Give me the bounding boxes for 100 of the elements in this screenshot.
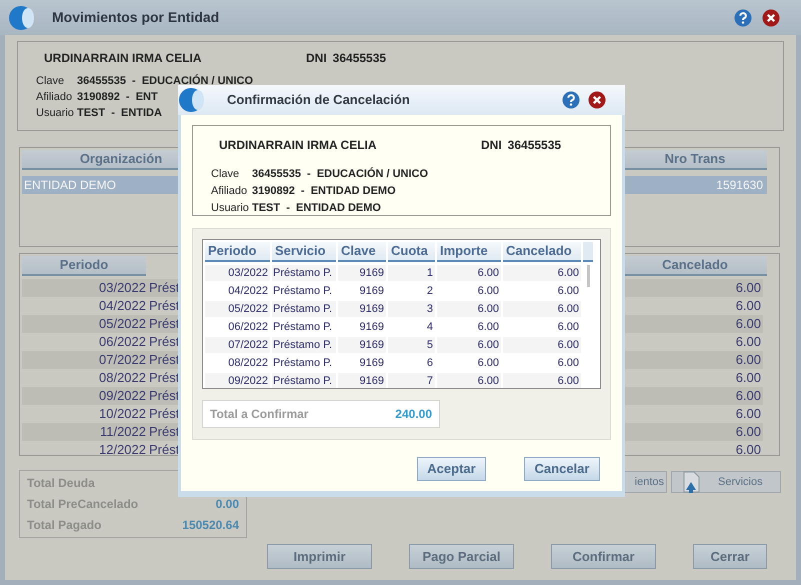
table-cell-text: Prést: [149, 387, 180, 406]
table-cell-text: 05/2022: [98, 315, 146, 334]
table-cell-text: 6.00: [736, 387, 762, 406]
action-button[interactable]: Cancelar: [524, 457, 600, 481]
table-cell-text: 12/2022: [98, 441, 146, 455]
help-icon[interactable]: [562, 91, 580, 109]
dialog-title: Confirmación de Cancelación: [227, 91, 410, 110]
table-cell: Préstamo P.: [272, 301, 336, 317]
table-cell: 09/2022: [205, 373, 270, 388]
window-title: Movimientos por Entidad: [52, 8, 220, 27]
table-cell-text: 11/2022: [98, 423, 146, 442]
column-header: Periodo: [22, 256, 146, 276]
table-cell-text: 6.00: [736, 315, 762, 334]
column-header: Cancelado: [623, 256, 767, 276]
table-cell-text: 04/2022: [98, 297, 146, 316]
field-label: Afiliado: [211, 184, 248, 199]
dni-label: DNI: [481, 137, 502, 154]
table-cell-text: 6.00: [736, 441, 762, 455]
total-label: Total PreCancelado: [27, 496, 138, 513]
table-cell: 9169: [338, 265, 386, 281]
column-header: [583, 242, 593, 262]
table-cell-text: Prést: [149, 405, 180, 424]
table-cell: 05/2022: [205, 301, 270, 317]
table-cell-text: ENTIDAD DEMO: [23, 177, 116, 194]
logo-icon: [178, 87, 204, 113]
table-cell-text: 6.00: [736, 369, 762, 388]
table-cell: 7: [388, 373, 435, 388]
total-value: 240.00: [395, 406, 432, 423]
action-button[interactable]: ientos: [624, 471, 667, 493]
table-cell-text: 1591630: [716, 177, 764, 194]
table-cell: 5: [388, 337, 435, 353]
column-header: Periodo: [205, 242, 270, 262]
table-cell-text: 6.00: [736, 279, 762, 298]
field-value: 36455535 - EDUCACIÓN / UNICO: [77, 73, 254, 89]
action-button[interactable]: Cerrar: [693, 544, 767, 569]
action-button[interactable]: Confirmar: [551, 544, 656, 569]
field-value: 3190892 - ENTIDAD DEMO: [252, 184, 396, 199]
table-cell: 03/2022: [205, 265, 270, 281]
logo-icon: [8, 4, 34, 30]
scrollbar[interactable]: [587, 265, 590, 287]
column-header: Importe: [437, 242, 501, 262]
table-cell-text: 10/2022: [98, 405, 146, 424]
table-cell-text: 6.00: [736, 333, 762, 352]
table-cell-text: Prést: [149, 333, 180, 352]
column-header: Clave: [338, 242, 386, 262]
table-cell-text: 6.00: [736, 297, 762, 316]
table-cell-text: 06/2022: [98, 333, 146, 352]
total-value: 150520.64: [182, 517, 239, 534]
table-cell-text: Prést: [149, 279, 180, 298]
table-cell-text: Prést: [149, 315, 180, 334]
dni-value: 36455535: [332, 50, 386, 67]
action-button[interactable]: Pago Parcial: [409, 544, 514, 569]
table-cell-text: 6.00: [736, 351, 762, 370]
field-value: 3190892 - ENT: [77, 90, 158, 105]
table-cell: 1: [388, 265, 435, 281]
table-cell: 3: [388, 301, 435, 317]
table-cell-text: 6.00: [736, 423, 762, 442]
dni-value: 36455535: [508, 137, 562, 154]
table-cell: 6.00: [437, 265, 501, 281]
total-value: 0.00: [216, 496, 239, 513]
column-header: Organización: [22, 150, 180, 170]
close-icon[interactable]: [588, 91, 606, 109]
table-cell: Préstamo P.: [272, 373, 336, 388]
person-name: URDINARRAIN IRMA CELIA: [218, 137, 378, 154]
table-cell-text: 07/2022: [98, 351, 146, 370]
table-cell: 6.00: [503, 337, 581, 353]
help-icon[interactable]: [734, 8, 752, 26]
table-cell: 6.00: [503, 301, 581, 317]
column-header: Nro Trans: [623, 150, 767, 170]
table-cell: 07/2022: [205, 337, 270, 353]
field-value: TEST - ENTIDAD DEMO: [252, 201, 381, 216]
table-cell-text: Prést: [149, 351, 180, 370]
table-cell: Préstamo P.: [272, 265, 336, 281]
action-button[interactable]: Aceptar: [417, 457, 486, 481]
close-icon[interactable]: [762, 8, 780, 26]
field-label: Clave: [36, 74, 66, 89]
services-button[interactable]: Servicios: [671, 471, 781, 493]
table-cell: 6.00: [437, 337, 501, 353]
table-cell: 6.00: [437, 373, 501, 388]
table-cell-text: 08/2022: [98, 369, 146, 388]
field-value: 36455535 - EDUCACIÓN / UNICO: [252, 166, 428, 182]
table-cell: 9169: [338, 373, 386, 388]
action-button[interactable]: Imprimir: [267, 544, 372, 569]
table-cell-text: 03/2022: [98, 279, 146, 298]
table-cell: 9169: [338, 301, 386, 317]
field-value: TEST - ENTIDA: [77, 106, 162, 121]
total-label: Total Pagado: [27, 517, 102, 534]
dni-label: DNI: [306, 50, 327, 67]
table-cell: 9169: [338, 337, 386, 353]
column-header: Cuota: [388, 242, 435, 262]
table-cell-text: Prést: [149, 441, 180, 455]
field-label: Usuario: [36, 106, 75, 121]
field-label: Clave: [211, 167, 240, 182]
table-cell: Préstamo P.: [272, 337, 336, 353]
column-header: Cancelado: [503, 242, 581, 262]
table-cell: 6.00: [503, 373, 581, 388]
column-header: Servicio: [272, 242, 336, 262]
table-cell-text: Prést: [149, 423, 180, 442]
table-cell-text: Prést: [149, 369, 180, 388]
field-label: Usuario: [211, 201, 250, 216]
